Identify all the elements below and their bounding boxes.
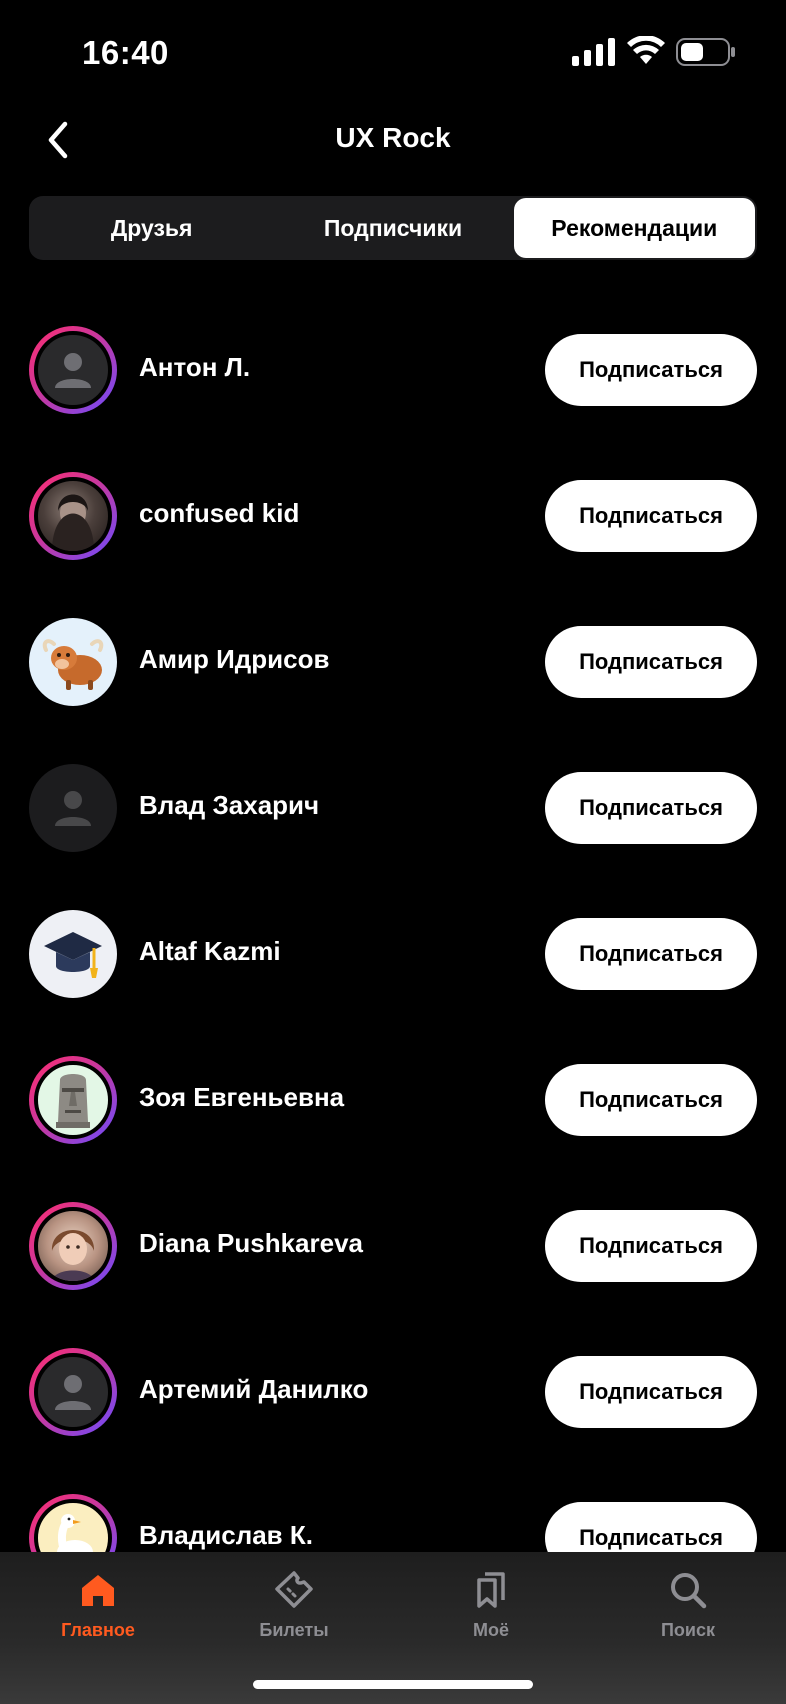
avatar[interactable] [29, 764, 117, 852]
person-placeholder-icon [55, 1375, 91, 1410]
list-item: Влад Захарич Подписаться [0, 758, 786, 858]
header: UX Rock [0, 108, 786, 172]
graduation-cap-icon [44, 932, 102, 978]
segmented-control: Друзья Подписчики Рекомендации [29, 196, 757, 260]
tabbar-item-search[interactable]: Поиск [608, 1570, 768, 1641]
follow-button[interactable]: Подписаться [545, 772, 757, 844]
status-time: 16:40 [82, 34, 169, 71]
goose-icon [57, 1514, 93, 1552]
yak-icon [42, 639, 104, 690]
battery-icon [676, 38, 735, 66]
follow-button[interactable]: Подписаться [545, 1356, 757, 1428]
tab-recommendations[interactable]: Рекомендации [513, 198, 755, 258]
person-placeholder-icon [55, 353, 91, 388]
follow-button[interactable]: Подписаться [545, 626, 757, 698]
list-item: Владислав К. Подписаться [0, 1488, 786, 1552]
avatar[interactable] [29, 1056, 117, 1144]
cellular-signal-icon [572, 38, 615, 66]
follow-button[interactable]: Подписаться [545, 918, 757, 990]
user-name[interactable]: Артемий Данилко [139, 1374, 368, 1405]
list-item: Altaf Kazmi Подписаться [0, 904, 786, 1004]
user-name[interactable]: Altaf Kazmi [139, 936, 281, 967]
tabbar-label: Моё [473, 1620, 509, 1640]
moai-icon [56, 1074, 90, 1128]
user-name[interactable]: Владислав К. [139, 1520, 313, 1551]
page-title: UX Rock [335, 122, 451, 153]
tab-friends[interactable]: Друзья [31, 198, 272, 258]
tabbar-item-tickets[interactable]: Билеты [214, 1570, 374, 1641]
tabbar-item-mine[interactable]: Моё [411, 1570, 571, 1641]
avatar[interactable] [29, 472, 117, 560]
avatar[interactable] [29, 1202, 117, 1290]
list-item: Артемий Данилко Подписаться [0, 1342, 786, 1442]
tabbar-label: Поиск [660, 1620, 716, 1640]
wifi-icon [627, 36, 665, 64]
recommendations-list: Антон Л. Подписаться confused kid Подпис… [0, 300, 786, 1552]
follow-button[interactable]: Подписаться [545, 1502, 757, 1552]
tabbar-item-home[interactable]: Главное [18, 1570, 178, 1641]
user-name[interactable]: Diana Pushkareva [139, 1228, 363, 1259]
avatar[interactable] [29, 618, 117, 706]
home-icon [82, 1575, 114, 1606]
avatar[interactable] [29, 910, 117, 998]
user-name[interactable]: Влад Захарич [139, 790, 319, 821]
avatar[interactable] [29, 326, 117, 414]
ticket-icon [275, 1571, 313, 1608]
user-name[interactable]: Амир Идрисов [139, 644, 329, 675]
search-icon [671, 1573, 707, 1609]
tab-followers[interactable]: Подписчики [272, 198, 513, 258]
list-item: Зоя Евгеньевна Подписаться [0, 1050, 786, 1150]
list-item: Антон Л. Подписаться [0, 320, 786, 420]
bookmarks-icon [477, 1572, 505, 1608]
user-name[interactable]: Антон Л. [139, 352, 250, 383]
follow-button[interactable]: Подписаться [545, 1064, 757, 1136]
follow-button[interactable]: Подписаться [545, 480, 757, 552]
follow-button[interactable]: Подписаться [545, 1210, 757, 1282]
tabbar-label: Билеты [259, 1620, 329, 1640]
list-item: confused kid Подписаться [0, 466, 786, 566]
user-photo [51, 1230, 95, 1281]
list-item: Diana Pushkareva Подписаться [0, 1196, 786, 1296]
user-name[interactable]: Зоя Евгеньевна [139, 1082, 344, 1113]
user-name[interactable]: confused kid [139, 498, 299, 529]
tabbar-label: Главное [61, 1620, 135, 1640]
follow-button[interactable]: Подписаться [545, 334, 757, 406]
list-item: Амир Идрисов Подписаться [0, 612, 786, 712]
avatar[interactable] [29, 1494, 117, 1552]
home-indicator[interactable] [253, 1680, 533, 1689]
user-photo [52, 494, 94, 551]
avatar[interactable] [29, 1348, 117, 1436]
person-placeholder-icon [55, 791, 91, 826]
status-bar: 16:40 [0, 0, 786, 100]
